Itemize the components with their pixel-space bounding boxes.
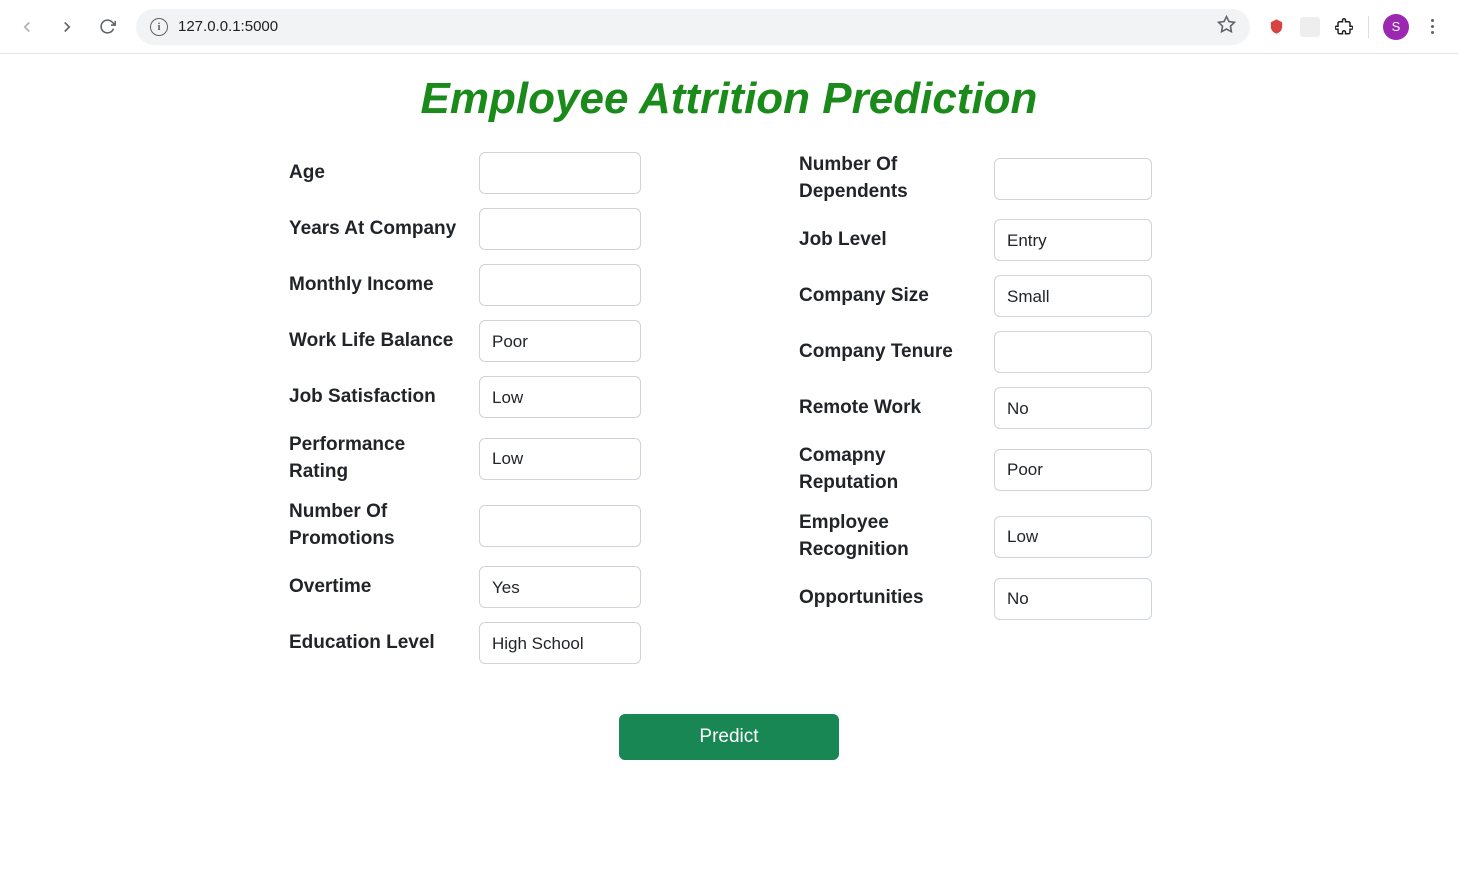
- form-row-company-size: Company SizeSmall: [799, 275, 1169, 317]
- select-job-level[interactable]: Entry: [994, 219, 1152, 261]
- label-company-size: Company Size: [799, 283, 994, 310]
- reload-button[interactable]: [90, 10, 124, 44]
- form-column-right: Number Of DependentsJob LevelEntryCompan…: [799, 152, 1169, 678]
- form-column-left: Age Years At Company Monthly Income Work Li…: [289, 152, 659, 678]
- form-row-work-life-balance: Work Life BalancePoor: [289, 320, 659, 362]
- site-info-icon[interactable]: i: [150, 18, 168, 36]
- select-education-level[interactable]: High School: [479, 622, 641, 664]
- extension-icons: S: [1266, 14, 1448, 40]
- address-bar[interactable]: i 127.0.0.1:5000: [136, 9, 1250, 45]
- extension-placeholder-icon[interactable]: [1300, 17, 1320, 37]
- form-row-overtime: OvertimeYes: [289, 566, 659, 608]
- input-company-tenure[interactable]: [994, 331, 1152, 373]
- input-number-of-promotions[interactable]: [479, 505, 641, 547]
- input-years-at-company[interactable]: [479, 208, 641, 250]
- form-row-monthly-income: Monthly Income: [289, 264, 659, 306]
- label-years-at-company: Years At Company: [289, 216, 479, 243]
- label-job-satisfaction: Job Satisfaction: [289, 384, 479, 411]
- form-row-job-satisfaction: Job SatisfactionLow: [289, 376, 659, 418]
- browser-toolbar: i 127.0.0.1:5000 S: [0, 0, 1458, 54]
- form-row-job-level: Job LevelEntry: [799, 219, 1169, 261]
- toolbar-divider: [1368, 16, 1369, 38]
- select-performance-rating[interactable]: Low: [479, 438, 641, 480]
- input-age[interactable]: [479, 152, 641, 194]
- label-education-level: Education Level: [289, 630, 479, 657]
- form-row-number-of-promotions: Number Of Promotions: [289, 499, 659, 552]
- select-overtime[interactable]: Yes: [479, 566, 641, 608]
- label-employee-recognition: Employee Recognition: [799, 510, 994, 563]
- label-age: Age: [289, 160, 479, 187]
- input-number-of-dependents[interactable]: [994, 158, 1152, 200]
- label-monthly-income: Monthly Income: [289, 272, 479, 299]
- extensions-puzzle-icon[interactable]: [1334, 17, 1354, 37]
- browser-menu-button[interactable]: [1423, 19, 1442, 34]
- form-row-years-at-company: Years At Company: [289, 208, 659, 250]
- url-text: 127.0.0.1:5000: [178, 18, 278, 35]
- form-row-education-level: Education LevelHigh School: [289, 622, 659, 664]
- label-overtime: Overtime: [289, 574, 479, 601]
- label-job-level: Job Level: [799, 227, 994, 254]
- form-row-employee-recognition: Employee RecognitionLow: [799, 510, 1169, 563]
- predict-button[interactable]: Predict: [619, 714, 839, 760]
- page-title: Employee Attrition Prediction: [0, 74, 1458, 124]
- select-employee-recognition[interactable]: Low: [994, 516, 1152, 558]
- form-row-remote-work: Remote WorkNo: [799, 387, 1169, 429]
- form-row-age: Age: [289, 152, 659, 194]
- label-comapny-reputation: Comapny Reputation: [799, 443, 994, 496]
- form-row-number-of-dependents: Number Of Dependents: [799, 152, 1169, 205]
- label-number-of-promotions: Number Of Promotions: [289, 499, 479, 552]
- select-opportunities[interactable]: No: [994, 578, 1152, 620]
- mcafee-icon[interactable]: [1266, 17, 1286, 37]
- select-remote-work[interactable]: No: [994, 387, 1152, 429]
- select-company-size[interactable]: Small: [994, 275, 1152, 317]
- prediction-form: Age Years At Company Monthly Income Work Li…: [289, 152, 1169, 678]
- label-remote-work: Remote Work: [799, 395, 994, 422]
- back-button[interactable]: [10, 10, 44, 44]
- label-opportunities: Opportunities: [799, 585, 994, 612]
- select-work-life-balance[interactable]: Poor: [479, 320, 641, 362]
- profile-avatar[interactable]: S: [1383, 14, 1409, 40]
- select-job-satisfaction[interactable]: Low: [479, 376, 641, 418]
- input-monthly-income[interactable]: [479, 264, 641, 306]
- bookmark-star-icon[interactable]: [1217, 15, 1236, 39]
- label-performance-rating: Performance Rating: [289, 432, 479, 485]
- form-row-company-tenure: Company Tenure: [799, 331, 1169, 373]
- form-row-comapny-reputation: Comapny ReputationPoor: [799, 443, 1169, 496]
- form-row-performance-rating: Performance RatingLow: [289, 432, 659, 485]
- label-company-tenure: Company Tenure: [799, 339, 994, 366]
- label-work-life-balance: Work Life Balance: [289, 328, 479, 355]
- forward-button[interactable]: [50, 10, 84, 44]
- label-number-of-dependents: Number Of Dependents: [799, 152, 994, 205]
- select-comapny-reputation[interactable]: Poor: [994, 449, 1152, 491]
- form-row-opportunities: OpportunitiesNo: [799, 578, 1169, 620]
